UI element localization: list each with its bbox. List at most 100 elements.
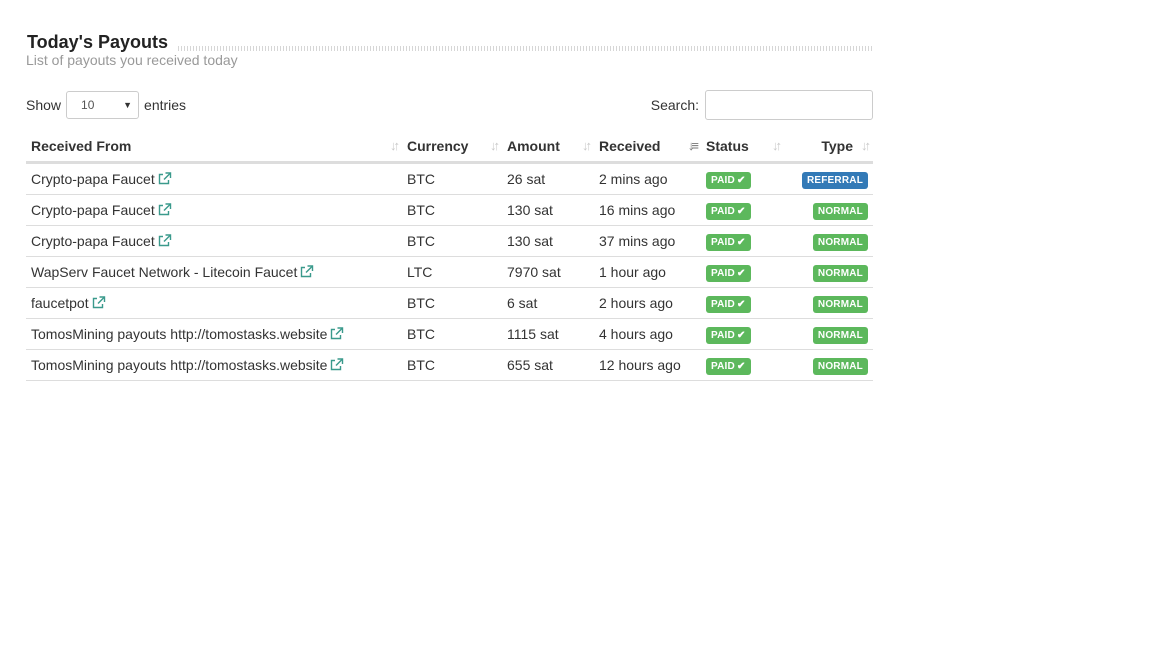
column-header-type[interactable]: Type ↓↑ bbox=[784, 131, 873, 164]
cell-received-from: faucetpot bbox=[26, 287, 402, 319]
external-link-icon[interactable] bbox=[300, 265, 314, 278]
cell-received-from: TomosMining payouts http://tomostasks.we… bbox=[26, 349, 402, 381]
column-header-amount[interactable]: Amount ↓↑ bbox=[502, 131, 594, 164]
column-header-status[interactable]: Status ↓↑ bbox=[701, 131, 784, 164]
cell-received: 4 hours ago bbox=[594, 318, 701, 350]
status-badge: PAID ✔ bbox=[706, 171, 751, 189]
table-row: Crypto-papa Faucet BTC 130 sat 37 mins a… bbox=[26, 225, 873, 257]
payout-source-link[interactable]: TomosMining payouts http://tomostasks.we… bbox=[31, 326, 327, 342]
cell-type: NORMAL bbox=[784, 349, 873, 381]
cell-type: NORMAL bbox=[784, 256, 873, 288]
cell-received: 2 mins ago bbox=[594, 162, 701, 195]
cell-currency: BTC bbox=[402, 287, 502, 319]
entries-length-control: Show 10 ▼ entries bbox=[26, 90, 186, 120]
cell-amount: 6 sat bbox=[502, 287, 594, 319]
table-header: Received From ↓↑ Currency ↓↑ Amount ↓↑ R… bbox=[26, 131, 873, 164]
column-header-received[interactable]: Received ↓≡ bbox=[594, 131, 701, 164]
cell-status: PAID ✔ bbox=[701, 287, 784, 319]
cell-status: PAID ✔ bbox=[701, 349, 784, 381]
cell-received-from: WapServ Faucet Network - Litecoin Faucet bbox=[26, 256, 402, 288]
cell-currency: BTC bbox=[402, 194, 502, 226]
status-badge: PAID ✔ bbox=[706, 202, 751, 220]
payout-source-link[interactable]: Crypto-papa Faucet bbox=[31, 171, 155, 187]
cell-amount: 1115 sat bbox=[502, 318, 594, 350]
sort-icon: ↓↑ bbox=[861, 138, 871, 153]
type-badge: NORMAL bbox=[812, 264, 868, 282]
cell-amount: 130 sat bbox=[502, 194, 594, 226]
table-row: TomosMining payouts http://tomostasks.we… bbox=[26, 349, 873, 381]
sort-icon: ↓↑ bbox=[582, 138, 592, 153]
cell-type: NORMAL bbox=[784, 225, 873, 257]
check-icon: ✔ bbox=[736, 298, 746, 310]
external-link-icon[interactable] bbox=[158, 172, 172, 185]
cell-type: NORMAL bbox=[784, 194, 873, 226]
cell-amount: 130 sat bbox=[502, 225, 594, 257]
cell-status: PAID ✔ bbox=[701, 194, 784, 226]
check-icon: ✔ bbox=[736, 360, 746, 372]
check-icon: ✔ bbox=[736, 329, 746, 341]
cell-currency: BTC bbox=[402, 225, 502, 257]
cell-amount: 26 sat bbox=[502, 162, 594, 195]
type-badge: NORMAL bbox=[812, 326, 868, 344]
column-header-received-from[interactable]: Received From ↓↑ bbox=[26, 131, 402, 164]
table-body: Crypto-papa Faucet BTC 26 sat 2 mins ago… bbox=[26, 162, 873, 381]
column-header-currency[interactable]: Currency ↓↑ bbox=[402, 131, 502, 164]
status-badge: PAID ✔ bbox=[706, 326, 751, 344]
cell-status: PAID ✔ bbox=[701, 256, 784, 288]
type-badge: NORMAL bbox=[812, 233, 868, 251]
payout-source-link[interactable]: TomosMining payouts http://tomostasks.we… bbox=[31, 357, 327, 373]
table-controls: Show 10 ▼ entries Search: bbox=[26, 90, 873, 120]
search-control: Search: bbox=[651, 90, 873, 120]
entries-label: entries bbox=[144, 97, 187, 113]
cell-currency: LTC bbox=[402, 256, 502, 288]
table-row: TomosMining payouts http://tomostasks.we… bbox=[26, 318, 873, 350]
cell-type: NORMAL bbox=[784, 287, 873, 319]
payouts-panel: Today's Payouts List of payouts you rece… bbox=[26, 30, 873, 381]
payout-source-link[interactable]: Crypto-papa Faucet bbox=[31, 233, 155, 249]
cell-received: 16 mins ago bbox=[594, 194, 701, 226]
entries-select[interactable]: 10 ▼ bbox=[66, 91, 140, 119]
cell-received-from: TomosMining payouts http://tomostasks.we… bbox=[26, 318, 402, 350]
page-subtitle: List of payouts you received today bbox=[26, 52, 238, 68]
cell-received-from: Crypto-papa Faucet bbox=[26, 194, 402, 226]
title-divider bbox=[172, 46, 873, 51]
chevron-down-icon: ▼ bbox=[123, 100, 133, 110]
external-link-icon[interactable] bbox=[330, 358, 344, 371]
payout-source-link[interactable]: WapServ Faucet Network - Litecoin Faucet bbox=[31, 264, 297, 280]
cell-currency: BTC bbox=[402, 162, 502, 195]
external-link-icon[interactable] bbox=[330, 327, 344, 340]
table-row: Crypto-papa Faucet BTC 26 sat 2 mins ago… bbox=[26, 162, 873, 195]
table-row: faucetpot BTC 6 sat 2 hours ago PAID ✔ NO… bbox=[26, 287, 873, 319]
sort-icon: ↓↑ bbox=[390, 138, 400, 153]
external-link-icon[interactable] bbox=[158, 234, 172, 247]
table-row: Crypto-papa Faucet BTC 130 sat 16 mins a… bbox=[26, 194, 873, 226]
external-link-icon[interactable] bbox=[92, 296, 106, 309]
payout-source-link[interactable]: faucetpot bbox=[31, 295, 89, 311]
cell-amount: 655 sat bbox=[502, 349, 594, 381]
sort-icon: ↓↑ bbox=[490, 138, 500, 153]
check-icon: ✔ bbox=[736, 267, 746, 279]
check-icon: ✔ bbox=[736, 236, 746, 248]
sort-icon: ↓↑ bbox=[772, 138, 782, 153]
cell-type: REFERRAL bbox=[784, 162, 873, 195]
payouts-table: Received From ↓↑ Currency ↓↑ Amount ↓↑ R… bbox=[26, 131, 873, 381]
check-icon: ✔ bbox=[736, 174, 746, 186]
cell-received: 2 hours ago bbox=[594, 287, 701, 319]
cell-type: NORMAL bbox=[784, 318, 873, 350]
status-badge: PAID ✔ bbox=[706, 264, 751, 282]
payout-source-link[interactable]: Crypto-papa Faucet bbox=[31, 202, 155, 218]
cell-received: 12 hours ago bbox=[594, 349, 701, 381]
external-link-icon[interactable] bbox=[158, 203, 172, 216]
search-label: Search: bbox=[650, 97, 699, 113]
search-input[interactable] bbox=[705, 90, 873, 120]
cell-currency: BTC bbox=[402, 318, 502, 350]
cell-currency: BTC bbox=[402, 349, 502, 381]
status-badge: PAID ✔ bbox=[706, 295, 751, 313]
show-label: Show bbox=[26, 97, 62, 113]
type-badge: NORMAL bbox=[812, 357, 868, 375]
cell-received-from: Crypto-papa Faucet bbox=[26, 162, 402, 195]
cell-status: PAID ✔ bbox=[701, 318, 784, 350]
type-badge: REFERRAL bbox=[801, 171, 868, 189]
cell-status: PAID ✔ bbox=[701, 162, 784, 195]
cell-status: PAID ✔ bbox=[701, 225, 784, 257]
